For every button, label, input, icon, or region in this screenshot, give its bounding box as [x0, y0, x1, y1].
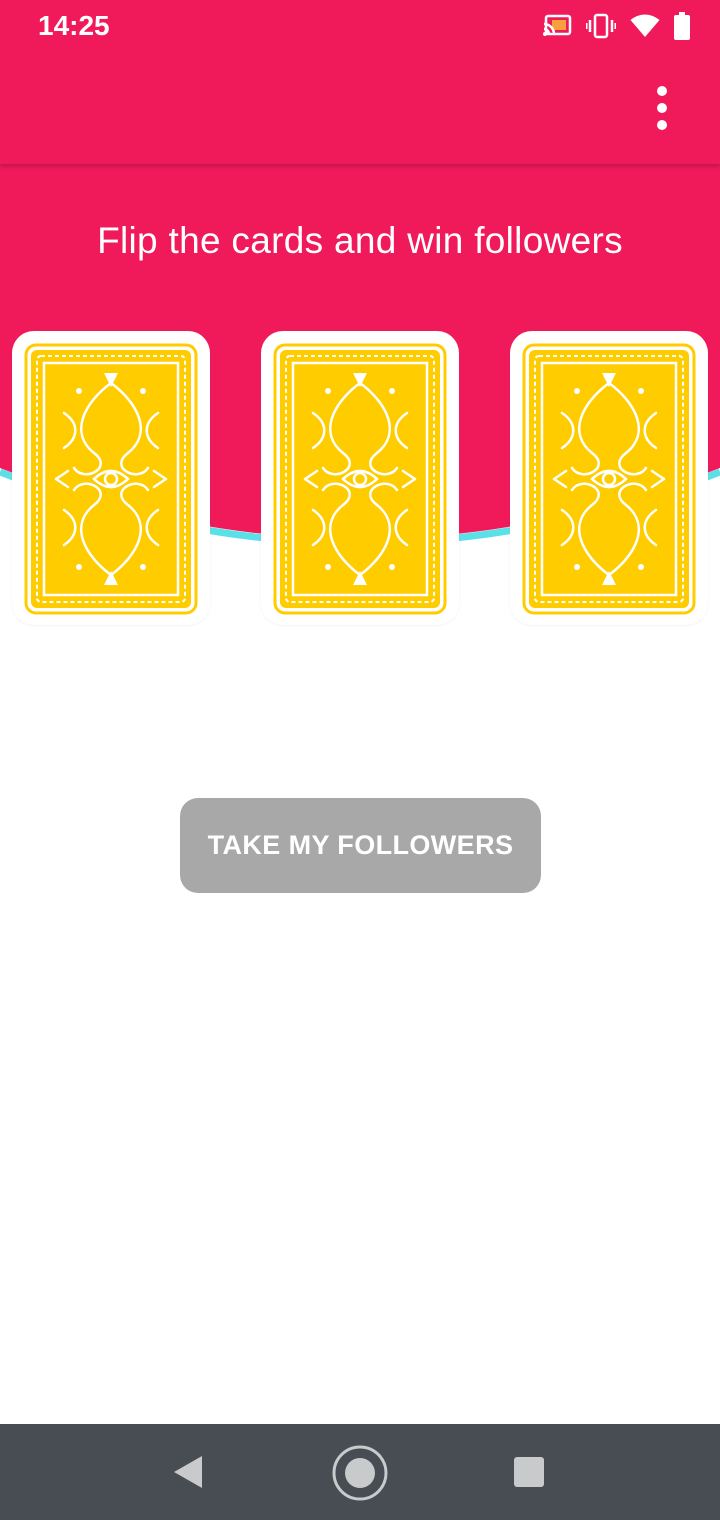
- menu-dot: [657, 103, 667, 113]
- home-icon[interactable]: [331, 1444, 389, 1502]
- battery-icon: [674, 12, 690, 40]
- take-my-followers-button[interactable]: TAKE MY FOLLOWERS: [180, 798, 541, 893]
- menu-dot: [657, 120, 667, 130]
- card-back-pattern: [522, 343, 696, 615]
- vibrate-icon: [586, 13, 616, 39]
- cast-icon: [543, 14, 572, 36]
- flip-card-1[interactable]: [12, 331, 210, 625]
- page-headline: Flip the cards and win followers: [97, 220, 623, 261]
- card-back-pattern: [273, 343, 447, 615]
- system-nav-bar: [0, 1424, 720, 1520]
- status-time: 14:25: [38, 10, 110, 41]
- menu-dot: [657, 86, 667, 96]
- flip-card-2[interactable]: [261, 331, 459, 625]
- card-back-pattern: [24, 343, 198, 615]
- more-vert-icon[interactable]: [644, 86, 680, 130]
- app-bar: [0, 52, 720, 164]
- back-icon[interactable]: [170, 1454, 204, 1490]
- recents-icon[interactable]: [513, 1456, 545, 1488]
- flip-card-3[interactable]: [510, 331, 708, 625]
- status-icons: [542, 11, 690, 41]
- wifi-icon: [630, 14, 660, 37]
- status-bar: 14:25: [0, 0, 720, 52]
